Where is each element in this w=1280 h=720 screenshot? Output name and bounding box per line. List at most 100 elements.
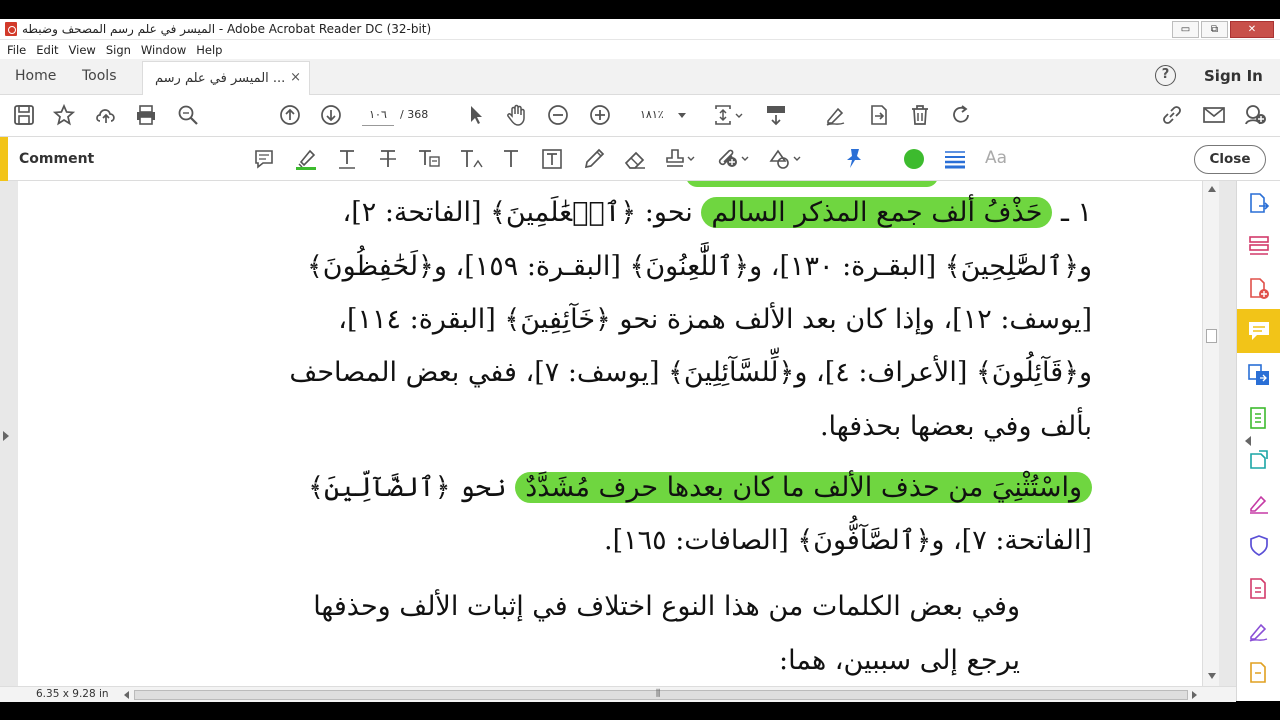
menu-view[interactable]: View — [69, 43, 96, 57]
email-icon[interactable] — [1202, 104, 1226, 126]
rotate-icon[interactable] — [949, 103, 973, 127]
organize-pages-icon[interactable] — [1247, 234, 1271, 258]
insert-text-icon[interactable] — [459, 148, 483, 170]
create-pdf-icon[interactable] — [1247, 277, 1271, 301]
comment-accent-bar — [0, 137, 8, 181]
comment-label: Comment — [19, 151, 95, 167]
comment-tool-icon[interactable] — [1247, 319, 1271, 343]
fit-page-icon[interactable] — [712, 103, 744, 127]
hand-tool-icon[interactable] — [505, 103, 529, 127]
text-line-4: و﴿قَآئِلُونَ﴾ [الأعراف: ٤]، و﴿لِّلسَّآئِ… — [289, 357, 1092, 388]
tab-tools[interactable]: Tools — [82, 68, 117, 84]
comment-toolbar: Comment Aa Close — [0, 137, 1280, 181]
fill-sign-tool-icon[interactable] — [1247, 491, 1271, 515]
text-line-8: وفي بعض الكلمات من هذا النوع اختلاف في إ… — [313, 591, 1020, 622]
highlight-text-icon[interactable] — [294, 147, 318, 171]
title-bar: الميسر في علم رسم المصحف وضبطه - Adobe A… — [0, 19, 1280, 40]
text-line-5: بألف وفي بعضها بحذفها. — [819, 411, 1092, 442]
highlight-annotation-2[interactable]: واسْتُثْنِيَ من حذف الألف ما كان بعدها ح… — [515, 472, 1092, 503]
tab-close-icon[interactable]: × — [290, 70, 301, 85]
zoom-search-icon[interactable] — [177, 104, 199, 126]
previous-page-icon[interactable] — [279, 104, 301, 126]
draw-pencil-icon[interactable] — [582, 147, 606, 171]
combine-files-icon[interactable] — [1247, 363, 1271, 387]
sign-tool-icon[interactable] — [1247, 619, 1271, 643]
page-number-input[interactable]: ١٠٦ — [362, 104, 394, 126]
replace-text-icon[interactable] — [417, 148, 441, 170]
add-user-icon[interactable] — [1243, 103, 1267, 127]
protect-shield-icon[interactable] — [1247, 534, 1271, 558]
horizontal-scrollbar[interactable]: ⫼ — [134, 689, 1188, 700]
text-line-6: واسْتُثْنِيَ من حذف الألف ما كان بعدها ح… — [308, 472, 1092, 503]
scroll-left-icon[interactable] — [124, 691, 129, 699]
add-text-icon[interactable] — [500, 148, 522, 170]
page-total: / 368 — [400, 108, 429, 121]
strikethrough-text-icon[interactable] — [377, 148, 399, 170]
window-title: الميسر في علم رسم المصحف وضبطه - Adobe A… — [22, 22, 432, 36]
select-pointer-icon[interactable] — [466, 104, 486, 126]
menu-edit[interactable]: Edit — [36, 43, 58, 57]
text-line-7: [الفاتحة: ٧]، و﴿ٱلصَّآفُّونَ﴾ [الصافات: … — [603, 525, 1092, 556]
acrobat-app-icon — [5, 22, 17, 36]
more-tools-icon[interactable] — [1247, 661, 1271, 685]
print-production-icon[interactable] — [1247, 577, 1271, 601]
help-icon[interactable]: ? — [1155, 65, 1176, 86]
right-tools-panel — [1236, 181, 1280, 701]
export-pdf-icon[interactable] — [866, 103, 890, 127]
zoom-in-icon[interactable] — [589, 104, 611, 126]
page-size-readout: 6.35 x 9.28 in — [36, 688, 109, 700]
scroll-thumb[interactable] — [1206, 329, 1217, 343]
export-pdf-tool-icon[interactable] — [1247, 192, 1271, 216]
scroll-mode-icon[interactable] — [764, 103, 788, 127]
text-properties-icon[interactable]: Aa — [985, 148, 1007, 168]
scroll-up-icon[interactable] — [1208, 186, 1216, 192]
left-panel-toggle-icon[interactable] — [3, 431, 9, 441]
menu-file[interactable]: File — [7, 43, 26, 57]
main-toolbar: ١٠٦ / 368 ١٨١٪ — [0, 95, 1280, 137]
scroll-down-icon[interactable] — [1208, 673, 1216, 679]
next-page-icon[interactable] — [320, 104, 342, 126]
zoom-out-icon[interactable] — [547, 104, 569, 126]
text-line-2: و﴿ٱلصَّٰلِحِينَ﴾ [البقـرة: ١٣٠]، و﴿ٱللَّ… — [306, 251, 1092, 282]
close-comment-button[interactable]: Close — [1194, 145, 1266, 174]
underline-text-icon[interactable] — [336, 148, 358, 170]
scroll-right-icon[interactable] — [1192, 691, 1197, 699]
color-picker-icon[interactable] — [903, 148, 925, 170]
delete-trash-icon[interactable] — [908, 103, 932, 127]
line-thickness-icon[interactable] — [944, 149, 966, 169]
scroll-grip-icon[interactable]: ⫼ — [656, 689, 660, 699]
shapes-icon[interactable] — [768, 147, 802, 171]
menu-window[interactable]: Window — [141, 43, 186, 57]
zoom-level-value: ١٨١٪ — [640, 108, 664, 121]
text-line-9: يرجع إلى سببين، هما: — [779, 645, 1020, 676]
zoom-level-select[interactable]: ١٨١٪ — [628, 104, 692, 126]
highlight-annotation-partial[interactable] — [686, 181, 938, 187]
text-line-3: [يوسف: ١٢]، وإذا كان بعد الألف همزة نحو … — [338, 304, 1092, 335]
sign-in-button[interactable]: Sign In — [1204, 67, 1263, 85]
menu-sign[interactable]: Sign — [106, 43, 131, 57]
close-window-button[interactable]: ✕ — [1230, 21, 1274, 38]
compress-pdf-icon[interactable] — [1247, 406, 1271, 430]
eraser-icon[interactable] — [623, 147, 647, 171]
vertical-scrollbar[interactable] — [1202, 181, 1219, 686]
restore-button[interactable]: ⧉ — [1201, 21, 1228, 38]
attach-file-icon[interactable] — [716, 147, 750, 171]
right-panel-collapse-icon[interactable] — [1245, 436, 1251, 446]
document-viewport[interactable]: ١ ـ حَذْفُ ألف جمع المذكر السالم نحو: ﴿ٱ… — [0, 181, 1236, 686]
print-icon[interactable] — [135, 104, 157, 126]
tab-document[interactable]: الميسر في علم رسم ... × — [142, 61, 310, 95]
pin-icon[interactable] — [843, 147, 865, 171]
sticky-note-icon[interactable] — [253, 148, 275, 170]
upload-cloud-icon[interactable] — [94, 104, 118, 126]
bookmark-star-icon[interactable] — [53, 104, 75, 126]
minimize-button[interactable]: ▭ — [1172, 21, 1199, 38]
share-link-icon[interactable] — [1160, 103, 1184, 127]
save-icon[interactable] — [13, 104, 35, 126]
send-for-review-icon[interactable] — [1247, 448, 1271, 472]
menu-help[interactable]: Help — [196, 43, 222, 57]
tab-home[interactable]: Home — [15, 68, 56, 84]
highlight-annotation-1[interactable]: حَذْفُ ألف جمع المذكر السالم — [701, 197, 1053, 228]
stamp-icon[interactable] — [664, 147, 696, 171]
fill-sign-icon[interactable] — [824, 103, 848, 127]
text-box-icon[interactable] — [541, 148, 563, 170]
